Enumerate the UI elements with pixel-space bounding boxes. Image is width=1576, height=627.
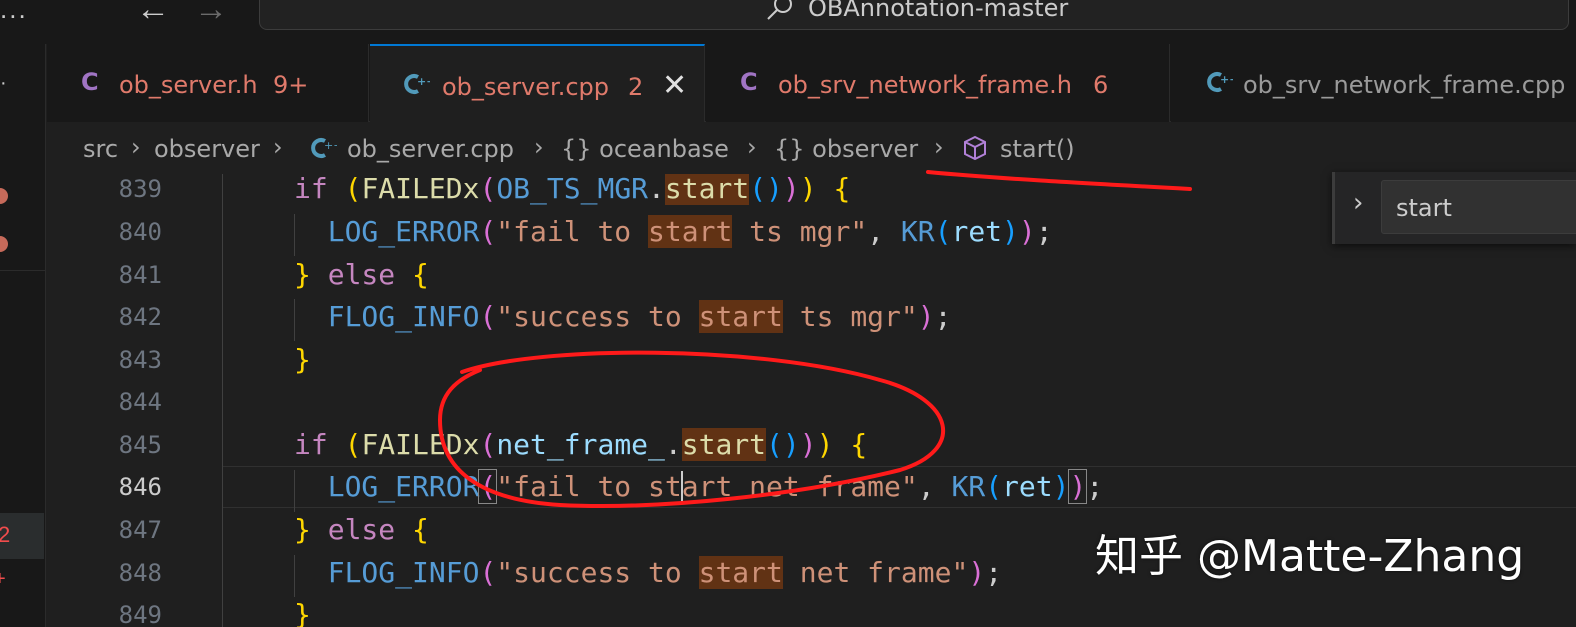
activity-bar: · 2 +: [0, 44, 46, 627]
find-widget: › start: [1332, 172, 1576, 244]
tab-ob-server-h[interactable]: C ob_server.h 9+: [47, 44, 369, 122]
cpp-file-icon: ++: [1207, 72, 1233, 92]
title-bar: ... ← → OBAnnotation-master: [0, 0, 1576, 44]
code-line: } else {: [294, 513, 429, 546]
code-line: FLOG_INFO("success to start net frame");: [327, 556, 1003, 589]
chevron-right-icon: ›: [273, 133, 283, 161]
search-icon: [767, 0, 792, 20]
tab-label: ob_server.h: [119, 71, 258, 99]
line-number: 841: [118, 261, 162, 289]
more-actions-icon[interactable]: ·: [0, 72, 7, 95]
method-cube-icon: [964, 135, 986, 161]
chevron-right-icon: ›: [534, 133, 544, 161]
tab-ob-srv-network-frame-cpp[interactable]: ++ ob_srv_network_frame.cpp: [1171, 44, 1576, 122]
activity-badge-icon: [0, 236, 8, 252]
code-line-current: LOG_ERROR("fail to start net frame", KR(…: [327, 469, 1104, 504]
c-header-icon: C: [740, 68, 758, 96]
breadcrumb-item-method-start[interactable]: start(): [1000, 135, 1075, 163]
code-line: }: [294, 598, 311, 627]
c-header-icon: C: [81, 68, 99, 96]
code-line: } else {: [294, 258, 429, 291]
chevron-right-icon: ›: [131, 133, 141, 161]
tab-ob-srv-network-frame-h[interactable]: C ob_srv_network_frame.h 6: [706, 44, 1170, 122]
tab-label: ob_server.cpp: [442, 73, 609, 101]
code-line: LOG_ERROR("fail to start ts mgr", KR(ret…: [327, 215, 1053, 248]
cpp-file-icon: ++: [311, 138, 337, 158]
breadcrumb-item-file[interactable]: ob_server.cpp: [347, 135, 514, 163]
chevron-right-icon[interactable]: ›: [1353, 188, 1363, 218]
svg-text:++: ++: [417, 75, 430, 88]
line-number: 847: [118, 516, 162, 544]
find-input[interactable]: start: [1381, 180, 1576, 234]
activity-divider: [0, 270, 46, 271]
plus-badge: +: [0, 568, 6, 591]
code-line: FLOG_INFO("success to start ts mgr");: [327, 300, 952, 333]
watermark: 知乎 @Matte-Zhang: [1095, 531, 1525, 582]
back-arrow-icon[interactable]: ←: [136, 0, 170, 29]
breadcrumb-item-namespace-observer[interactable]: {} observer: [774, 135, 918, 163]
indent-guide: [222, 174, 223, 627]
activity-badge-icon: [0, 188, 8, 204]
breadcrumb: src › observer › ++ ob_server.cpp › {} o…: [47, 122, 1576, 174]
tab-problem-count: 6: [1093, 71, 1109, 99]
breadcrumb-item-src[interactable]: src: [83, 135, 118, 163]
breadcrumb-item-namespace-oceanbase[interactable]: {} oceanbase: [561, 135, 729, 163]
forward-arrow-icon[interactable]: →: [194, 0, 228, 29]
code-line: if (FAILEDx(OB_TS_MGR.start())) {: [294, 174, 851, 205]
window-title: OBAnnotation-master: [808, 0, 1069, 22]
chevron-right-icon: ›: [934, 133, 944, 161]
svg-text:++: ++: [324, 139, 337, 152]
line-number-current: 846: [118, 473, 162, 501]
menu-overflow-icon[interactable]: ...: [0, 0, 28, 25]
cpp-file-icon: ++: [404, 74, 430, 94]
close-icon[interactable]: ✕: [662, 68, 687, 103]
tab-bar: C ob_server.h 9+ ++ ob_server.cpp 2 ✕ C …: [47, 44, 1576, 123]
tab-problem-count: 2: [628, 73, 644, 101]
code-line: if (FAILEDx(net_frame_.start())) {: [294, 428, 868, 461]
problems-count: 2: [0, 522, 11, 547]
tab-ob-server-cpp[interactable]: ++ ob_server.cpp 2 ✕: [370, 44, 705, 123]
chevron-right-icon: ›: [747, 133, 757, 161]
tab-problem-count: 9+: [273, 71, 309, 99]
line-number: 839: [118, 175, 162, 203]
tab-label: ob_srv_network_frame.cpp: [1243, 71, 1566, 99]
line-number: 849: [118, 601, 162, 627]
code-line: }: [294, 343, 311, 376]
tab-label: ob_srv_network_frame.h: [778, 71, 1072, 99]
line-number: 844: [118, 388, 162, 416]
line-number: 845: [118, 431, 162, 459]
line-number: 848: [118, 559, 162, 587]
line-number: 840: [118, 218, 162, 246]
line-number: 842: [118, 303, 162, 331]
svg-text:++: ++: [1220, 73, 1233, 86]
line-number: 843: [118, 346, 162, 374]
breadcrumb-item-observer[interactable]: observer: [154, 135, 260, 163]
